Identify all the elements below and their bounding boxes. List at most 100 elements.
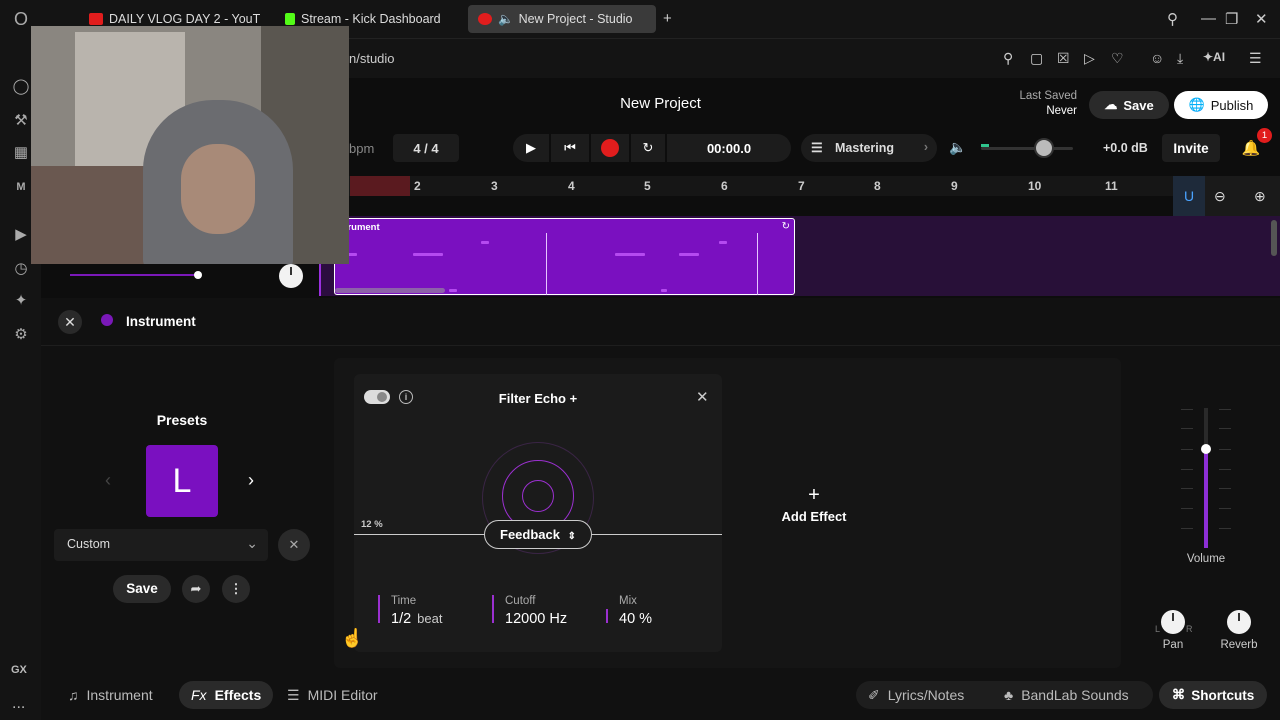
volume-fader-handle[interactable] — [1201, 443, 1211, 454]
settings-icon[interactable]: ⚙ — [11, 325, 31, 345]
preset-select-value: Custom — [67, 537, 111, 551]
loop-button[interactable]: ↻ — [631, 134, 665, 162]
midi-note — [481, 241, 489, 244]
more-icon[interactable]: ... — [12, 695, 25, 713]
invite-button[interactable]: Invite — [1162, 134, 1220, 162]
ruler-bar: 11 — [1105, 179, 1118, 193]
reverb-knob[interactable] — [1227, 610, 1251, 634]
snapshot-icon[interactable]: ▢ — [1030, 50, 1043, 67]
ruler-bar: 6 — [721, 179, 728, 193]
last-saved: Last Saved Never — [1019, 89, 1077, 119]
reset-preset-button[interactable]: ✕ — [278, 529, 310, 561]
master-volume-knob[interactable] — [1034, 138, 1054, 158]
new-tab-button[interactable]: + — [663, 10, 672, 27]
tab-effects[interactable]: Fx Effects — [179, 681, 274, 709]
clip-scrollbar[interactable] — [335, 288, 445, 293]
opera-logo-icon[interactable]: O — [11, 9, 31, 29]
shortcuts-button[interactable]: ⌘ Shortcuts — [1159, 681, 1267, 709]
track-volume-slider[interactable] — [70, 274, 198, 276]
close-icon[interactable]: ✕ — [1255, 10, 1268, 28]
download-icon[interactable]: ⤓ — [1177, 50, 1183, 67]
play-button[interactable]: ▶ — [513, 134, 549, 162]
ruler-bar: 7 — [798, 179, 805, 193]
close-panel-button[interactable]: ✕ — [58, 310, 82, 334]
tab-studio[interactable]: 🔈 New Project - Studio — [468, 5, 656, 33]
magnet-icon[interactable]: U — [1173, 176, 1205, 216]
chevron-updown-icon: ⇕ — [567, 531, 576, 542]
gx-corner-icon[interactable]: ⚒ — [11, 111, 31, 131]
publish-button[interactable]: 🌐 Publish — [1174, 91, 1268, 119]
preset-next-icon[interactable]: › — [248, 470, 254, 491]
save-button[interactable]: ☁ Save — [1089, 91, 1169, 119]
param-mix[interactable]: Mix 40 % — [606, 595, 652, 627]
heart-icon[interactable]: ♡ — [1111, 50, 1124, 67]
loop-region[interactable] — [350, 176, 410, 196]
messenger-icon[interactable]: M — [11, 177, 31, 197]
add-effect-button[interactable]: + Add Effect — [774, 484, 854, 524]
ring-inner — [522, 480, 554, 512]
loop-icon[interactable]: ↻ — [782, 221, 790, 232]
extensions-icon[interactable]: ✦ — [11, 291, 31, 311]
tab-instrument[interactable]: ♫ Instrument — [56, 681, 165, 709]
mastering-button[interactable]: ☰ Mastering › — [801, 134, 937, 162]
param-cutoff[interactable]: Cutoff 12000 Hz — [492, 595, 567, 627]
midi-clip[interactable]: strument ↻ — [334, 218, 795, 295]
record-button[interactable] — [591, 134, 629, 162]
maximize-icon[interactable]: ❐ — [1225, 10, 1238, 28]
history-icon[interactable]: ◷ — [11, 259, 31, 279]
pin-icon[interactable]: ⚲ — [1003, 50, 1013, 67]
preset-tile[interactable]: L — [146, 445, 218, 517]
ai-icon[interactable]: ✦AI — [1203, 50, 1225, 64]
bpm-label[interactable]: bpm — [349, 141, 374, 156]
sounds-icon: ♣ — [1004, 687, 1014, 703]
tab-midi-editor[interactable]: ☰ MIDI Editor — [275, 681, 390, 709]
kick-icon — [285, 13, 295, 25]
menu-icon[interactable]: ☰ — [1249, 50, 1262, 67]
loop-marker — [757, 233, 758, 295]
midi-note — [413, 253, 443, 256]
adblock-icon[interactable]: ☒ — [1057, 50, 1070, 67]
share-icon[interactable]: ➦ — [182, 575, 210, 603]
midi-note — [449, 289, 457, 292]
master-volume-slider[interactable] — [981, 144, 1073, 150]
zoom-out-icon[interactable]: ⊖ — [1214, 188, 1226, 205]
pan-knob[interactable] — [1161, 610, 1185, 634]
time-signature[interactable]: 4 / 4 — [393, 134, 459, 162]
level-meter — [981, 144, 989, 147]
last-saved-value: Never — [1046, 105, 1077, 117]
youtube-icon — [89, 13, 103, 25]
profile-icon[interactable]: ☺ — [1150, 50, 1164, 66]
play-icon[interactable]: ▷ — [1084, 50, 1095, 67]
lyrics-notes-button[interactable]: ✐ Lyrics/Notes — [856, 681, 976, 709]
volume-icon[interactable]: 🔈 — [949, 139, 966, 156]
mastering-label: Mastering — [835, 141, 895, 155]
chevron-down-icon: ⌄ — [246, 535, 258, 551]
ruler-bar: 8 — [874, 179, 881, 193]
tab-title: New Project - Studio — [518, 12, 633, 26]
minimize-icon[interactable]: — — [1201, 10, 1216, 27]
track-scrollbar[interactable] — [1271, 220, 1277, 256]
fader-tick — [1219, 449, 1231, 450]
rewind-button[interactable]: ⏮ — [551, 134, 589, 162]
track-volume-handle[interactable] — [194, 271, 202, 279]
mode-select[interactable]: Feedback ⇕ — [484, 520, 592, 549]
midi-note — [719, 241, 727, 244]
remove-effect-icon[interactable]: ✕ — [696, 388, 709, 406]
preset-prev-icon[interactable]: ‹ — [105, 470, 111, 491]
param-time[interactable]: Time 1/2 beat — [378, 595, 442, 627]
aria-icon[interactable]: ◯ — [11, 77, 31, 97]
pan-right-label: R — [1186, 624, 1193, 634]
url-field[interactable]: n/studio — [349, 51, 395, 66]
search-icon[interactable]: ⚲ — [1167, 10, 1178, 28]
more-options-icon[interactable]: ⋮ — [222, 575, 250, 603]
bandlab-sounds-button[interactable]: ♣ BandLab Sounds — [992, 681, 1141, 709]
fader-tick — [1181, 449, 1193, 450]
save-preset-button[interactable]: Save — [113, 575, 171, 603]
zoom-in-icon[interactable]: ⊕ — [1254, 188, 1266, 205]
twitch-icon[interactable]: ▦ — [11, 143, 31, 163]
track-pan-knob[interactable] — [279, 264, 303, 288]
preset-select[interactable]: Custom ⌄ — [54, 529, 268, 561]
player-icon[interactable]: ▶ — [11, 225, 31, 245]
zoom-tools: U ⊖ ⊕ — [1173, 176, 1280, 216]
effect-title: Filter Echo + — [498, 391, 578, 406]
